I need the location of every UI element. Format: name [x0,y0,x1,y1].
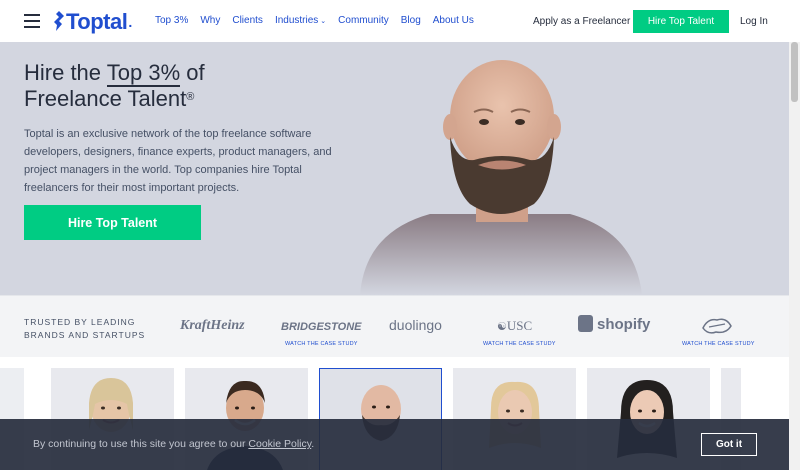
nav-why[interactable]: Why [200,15,220,26]
hero-title-highlight: Top 3% [106,60,181,87]
brand-usc-logo: ☯USC [497,318,532,334]
nav-top-3[interactable]: Top 3% [155,15,188,26]
nav-industries-label: Industries [274,15,319,26]
hero-title: Hire the Top 3% of Freelance Talent® [24,60,205,112]
hire-top-talent-hero-button[interactable]: Hire Top Talent [24,205,201,240]
hero-title-prefix: Hire the [24,60,107,85]
logo-text: Toptal [66,9,128,34]
trusted-by-label: TRUSTED BY LEADING BRANDS AND STARTUPS [24,316,145,342]
nav-links: Top 3% Why Clients Industries ⌄ Community… [155,15,486,26]
cookie-got-it-button[interactable]: Got it [701,433,757,456]
hero-portrait-image [360,60,642,295]
shopify-logo-text: shopify [597,316,651,333]
logo-dot: . [128,14,133,30]
nav-community[interactable]: Community [338,15,389,26]
shopify-bag-icon [578,315,593,332]
chevron-down-icon: ⌄ [320,18,327,25]
cavaliers-case-study-link[interactable]: WATCH THE CASE STUDY [682,341,755,347]
nav-clients[interactable]: Clients [232,15,263,26]
toptal-logo-icon [54,11,64,31]
cookie-text-suffix: . [311,438,315,450]
hire-top-talent-nav-button[interactable]: Hire Top Talent [633,10,729,33]
login-link[interactable]: Log In [740,16,768,27]
scrollbar-thumb[interactable] [791,42,798,102]
registered-mark: ® [186,91,195,103]
page-scrollbar[interactable] [789,42,800,470]
hero-title-suffix: of [180,60,205,85]
cookie-policy-link[interactable]: Cookie Policy [248,438,311,450]
brand-bridgestone-logo: BRIDGESTONE [281,321,362,333]
hero-title-line2: Freelance Talent [24,86,187,111]
nav-about-us[interactable]: About Us [433,15,474,26]
trusted-line1: TRUSTED BY LEADING [24,317,136,327]
cookie-consent-banner: By continuing to use this site you agree… [0,419,789,470]
cookie-text-prefix: By continuing to use this site you agree… [33,438,249,450]
trusted-brands-section: TRUSTED BY LEADING BRANDS AND STARTUPS K… [0,295,789,357]
bridgestone-case-study-link[interactable]: WATCH THE CASE STUDY [285,341,358,347]
brand-cavaliers-logo [702,318,732,334]
usc-case-study-link[interactable]: WATCH THE CASE STUDY [483,341,556,347]
cookie-consent-text: By continuing to use this site you agree… [33,438,314,450]
apply-freelancer-link[interactable]: Apply as a Freelancer [533,16,630,27]
hero-section: Hire the Top 3% of Freelance Talent® Top… [0,42,789,295]
usc-seal-icon: ☯ [497,321,507,333]
nav-industries[interactable]: Industries ⌄ [275,15,326,26]
top-navigation: Toptal . Top 3% Why Clients Industries ⌄ … [0,0,800,42]
brand-shopify-logo: shopify [578,315,650,333]
trusted-line2: BRANDS AND STARTUPS [24,330,146,340]
brand-kraftheinz-logo: KraftHeinz [180,318,245,333]
usc-logo-text: USC [506,318,533,333]
hamburger-menu-icon[interactable] [24,14,40,28]
nav-blog[interactable]: Blog [401,15,421,26]
hero-description: Toptal is an exclusive network of the to… [24,128,332,194]
toptal-logo[interactable]: Toptal . [51,9,132,35]
brand-duolingo-logo: duolingo [389,317,442,333]
